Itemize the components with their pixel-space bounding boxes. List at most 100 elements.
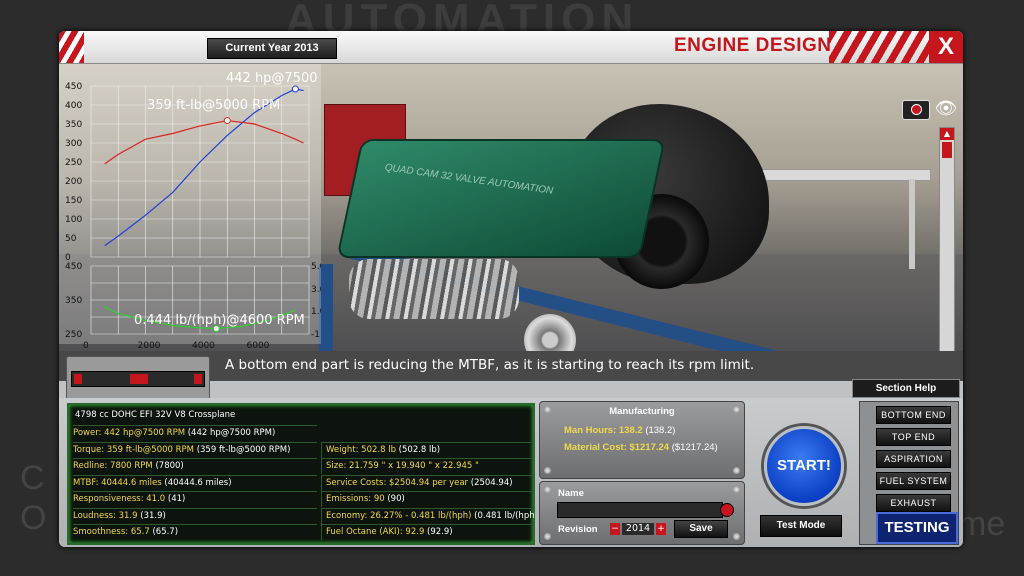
- stat-value: Weight: 502.8 lb: [326, 444, 396, 455]
- stat-value: Loudness: 31.9: [73, 510, 138, 521]
- y2-tick-label: 5.0: [311, 262, 321, 272]
- stat-row-right: Economy: 26.27% - 0.481 lb/(hph) (0.481 …: [321, 507, 534, 524]
- stat-value: Fuel Octane (AKI): 92.9: [326, 527, 425, 537]
- title-stripe-left: [59, 31, 84, 63]
- scroll-up-icon[interactable]: ▲: [940, 128, 954, 140]
- engine-stand-post: [319, 264, 333, 351]
- x-tick-label: 2000: [138, 341, 161, 351]
- y-tick-label: 200: [65, 177, 82, 187]
- section-aspiration-button[interactable]: ASPIRATION: [876, 450, 951, 468]
- camera-zoom-scrollbar[interactable]: ▲ ▼: [939, 127, 955, 351]
- stat-reference: (359 ft-lb@5000 RPM): [194, 444, 291, 455]
- section-fuel-system-button[interactable]: FUEL SYSTEM: [876, 472, 951, 490]
- slider-left-icon[interactable]: [74, 374, 82, 384]
- economy-peak-label: 0.444 lb/(hph)@4600 RPM: [134, 313, 305, 328]
- stat-value: Service Costs: $2504.94 per year: [326, 477, 469, 488]
- power-peak-label: 442 hp@7500 RPM: [226, 71, 321, 86]
- slider-thumb[interactable]: [130, 374, 148, 384]
- stat-reference: (65.7): [149, 527, 179, 537]
- exhaust-headers: [349, 259, 519, 319]
- y-tick-label: 350: [65, 120, 82, 130]
- save-button[interactable]: Save: [674, 520, 728, 538]
- man-hours: Man Hours: 138.2 (138.2): [564, 425, 675, 436]
- slider-right-icon[interactable]: [194, 374, 202, 384]
- material-cost: Material Cost: $1217.24 ($1217.24): [564, 442, 718, 453]
- scroll-thumb[interactable]: [942, 142, 952, 158]
- start-button[interactable]: START!: [764, 426, 844, 506]
- power-peak-marker: [291, 85, 299, 93]
- section-nav: BOTTOM END TOP END ASPIRATION FUEL SYSTE…: [859, 401, 959, 545]
- stat-reference: (0.481 lb/(hph)): [474, 510, 534, 521]
- stat-value: Power: 442 hp@7500 RPM: [73, 428, 186, 438]
- screw-icon: [733, 533, 740, 540]
- stat-row-left: Smoothness: 65.7 (65.7): [73, 524, 317, 540]
- stat-row-right: Size: 21.759 " x 19.940 " x 22.945 ": [321, 458, 534, 474]
- camera-icon[interactable]: [902, 100, 930, 120]
- y-tick-label: 250: [65, 330, 82, 340]
- y-tick-label: 300: [65, 139, 82, 149]
- revision-decrement-button[interactable]: −: [610, 523, 620, 535]
- material-cost-paren: ($1217.24): [671, 442, 718, 453]
- background-text-right: me: [958, 505, 1006, 543]
- page-title: ENGINE DESIGN: [674, 35, 832, 56]
- stat-value: Redline: 7800 RPM: [73, 461, 153, 471]
- clear-name-icon[interactable]: [720, 503, 734, 517]
- workbench-leg: [909, 179, 915, 269]
- stat-reference: (442 hp@7500 RPM): [185, 428, 276, 438]
- stat-reference: (7800): [152, 461, 184, 471]
- section-top-end-button[interactable]: TOP END: [876, 428, 951, 446]
- stat-value: Smoothness: 65.7: [73, 527, 150, 537]
- stat-reference: (90): [384, 494, 405, 504]
- engine-stats-panel: 4798 cc DOHC EFI 32V V8 Crossplane Power…: [67, 403, 535, 545]
- stat-row-right: Emissions: 90 (90): [321, 491, 534, 507]
- screw-icon: [544, 467, 551, 474]
- stat-row-right: Fuel Octane (AKI): 92.9 (92.9): [321, 524, 534, 540]
- test-mode-button[interactable]: Test Mode: [760, 515, 842, 537]
- engine-design-window: Current Year 2013 ENGINE DESIGN X QUAD C…: [59, 31, 963, 547]
- y-tick-label: 400: [65, 101, 82, 111]
- close-button[interactable]: X: [929, 31, 963, 63]
- slider-track[interactable]: [71, 371, 205, 387]
- engine-description: 4798 cc DOHC EFI 32V V8 Crossplane: [75, 410, 236, 420]
- stat-value: Emissions: 90: [326, 494, 385, 504]
- stat-row-right: Weight: 502.8 lb (502.8 lb): [321, 441, 534, 458]
- manufacturing-panel: Manufacturing Man Hours: 138.2 (138.2) M…: [539, 401, 745, 479]
- screw-icon: [544, 486, 551, 493]
- stat-value: Responsiveness: 41.0: [73, 494, 166, 504]
- torque-peak-label: 359 ft-lb@5000 RPM: [147, 98, 280, 113]
- man-hours-value: Man Hours: 138.2: [564, 425, 643, 436]
- graph-rpm-slider[interactable]: [66, 356, 210, 400]
- stat-value: MTBF: 40444.6 miles: [73, 477, 162, 488]
- manufacturing-title: Manufacturing: [609, 406, 675, 417]
- y2-tick-label: 1.0: [311, 307, 321, 317]
- stat-row-left: Torque: 359 ft-lb@5000 RPM (359 ft-lb@50…: [73, 441, 317, 458]
- x-tick-label: 4000: [192, 341, 215, 351]
- y-tick-label: 100: [65, 215, 82, 225]
- y-tick-label: 350: [65, 296, 82, 306]
- stat-reference: (92.9): [424, 527, 453, 537]
- stat-value: Size: 21.759 " x 19.940 " x 22.945 ": [326, 461, 479, 471]
- section-exhaust-button[interactable]: EXHAUST: [876, 494, 951, 512]
- eye-icon[interactable]: 👁: [932, 99, 960, 119]
- name-panel: Name Revision − 2014 + Save: [539, 481, 745, 545]
- y2-tick-label: 3.0: [311, 285, 321, 295]
- stat-row-left: MTBF: 40444.6 miles (40444.6 miles): [73, 474, 317, 491]
- stat-row-left: Loudness: 31.9 (31.9): [73, 507, 317, 524]
- bottom-panel: 4798 cc DOHC EFI 32V V8 Crossplane Power…: [59, 398, 963, 547]
- section-bottom-end-button[interactable]: BOTTOM END: [876, 406, 951, 424]
- stat-reference: (502.8 lb): [395, 444, 441, 455]
- revision-label: Revision: [558, 524, 598, 535]
- engine-name-input[interactable]: [557, 502, 723, 518]
- section-help-button[interactable]: Section Help: [852, 379, 960, 398]
- engine-3d-viewport[interactable]: QUAD CAM 32 VALVE AUTOMATION 450 400 350 30…: [59, 64, 963, 351]
- y-tick-label: 450: [65, 262, 82, 272]
- y-tick-label: 50: [65, 234, 77, 244]
- title-stripe-right: [829, 31, 929, 63]
- y-tick-label: 450: [65, 82, 82, 92]
- title-bar: Current Year 2013 ENGINE DESIGN X: [59, 31, 963, 64]
- section-testing-button[interactable]: TESTING: [876, 512, 958, 544]
- revision-increment-button[interactable]: +: [656, 523, 666, 535]
- name-label: Name: [558, 488, 584, 499]
- screw-icon: [733, 486, 740, 493]
- stat-row-left: Responsiveness: 41.0 (41): [73, 491, 317, 507]
